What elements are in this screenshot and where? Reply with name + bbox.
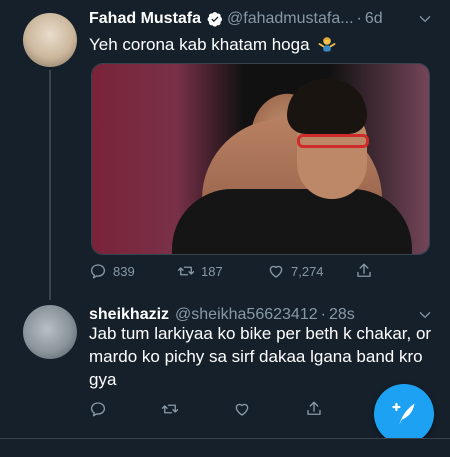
tweet-header: Fahad Mustafa @fahadmustafa... · 6d xyxy=(89,8,383,30)
tweet-text: Yeh corona kab khatam hoga xyxy=(89,33,336,56)
like-button[interactable]: 7,274 xyxy=(267,262,324,280)
chevron-down-icon[interactable] xyxy=(418,12,432,26)
share-icon xyxy=(357,263,371,277)
avatar[interactable] xyxy=(23,305,77,359)
heart-icon xyxy=(269,265,283,278)
tweet-text: Jab tum larkiyaa ko bike per beth k chak… xyxy=(89,324,432,389)
retweet-button[interactable]: 187 xyxy=(177,262,223,280)
retweet-count: 187 xyxy=(201,263,223,279)
reply-button[interactable]: 839 xyxy=(89,262,135,280)
compose-tweet-button[interactable] xyxy=(374,384,434,444)
media-subject-glasses xyxy=(297,134,369,148)
bottom-nav-bar xyxy=(0,438,450,457)
avatar[interactable] xyxy=(23,13,77,67)
retweet-icon xyxy=(161,404,179,414)
author-handle[interactable]: @fahadmustafa... xyxy=(227,10,354,28)
person-shrugging-emoji-icon xyxy=(318,37,336,52)
media-subject-shirt xyxy=(172,189,412,254)
tweet-media-image[interactable] xyxy=(91,63,430,255)
like-count: 7,274 xyxy=(291,263,324,279)
tweet-actions: 839 187 7,274 xyxy=(89,262,389,284)
share-icon xyxy=(307,401,321,415)
reply-count: 839 xyxy=(113,263,135,279)
retweet-button[interactable] xyxy=(161,400,179,418)
chevron-down-icon[interactable] xyxy=(418,308,432,322)
retweet-icon xyxy=(177,266,195,276)
share-button[interactable] xyxy=(305,400,323,418)
share-button[interactable] xyxy=(355,262,373,280)
reply-icon xyxy=(90,264,106,279)
timestamp[interactable]: 6d xyxy=(365,10,383,28)
compose-feather-icon xyxy=(392,402,415,425)
tweet-text-content: Yeh corona kab khatam hoga xyxy=(89,35,310,54)
tweet-actions xyxy=(89,400,389,422)
verified-badge-icon xyxy=(207,11,223,27)
heart-icon xyxy=(235,403,249,416)
separator-dot: · xyxy=(356,10,362,27)
reply-button[interactable] xyxy=(89,400,107,418)
author-name[interactable]: Fahad Mustafa xyxy=(89,10,201,28)
like-button[interactable] xyxy=(233,400,251,418)
reply-icon xyxy=(90,402,106,417)
